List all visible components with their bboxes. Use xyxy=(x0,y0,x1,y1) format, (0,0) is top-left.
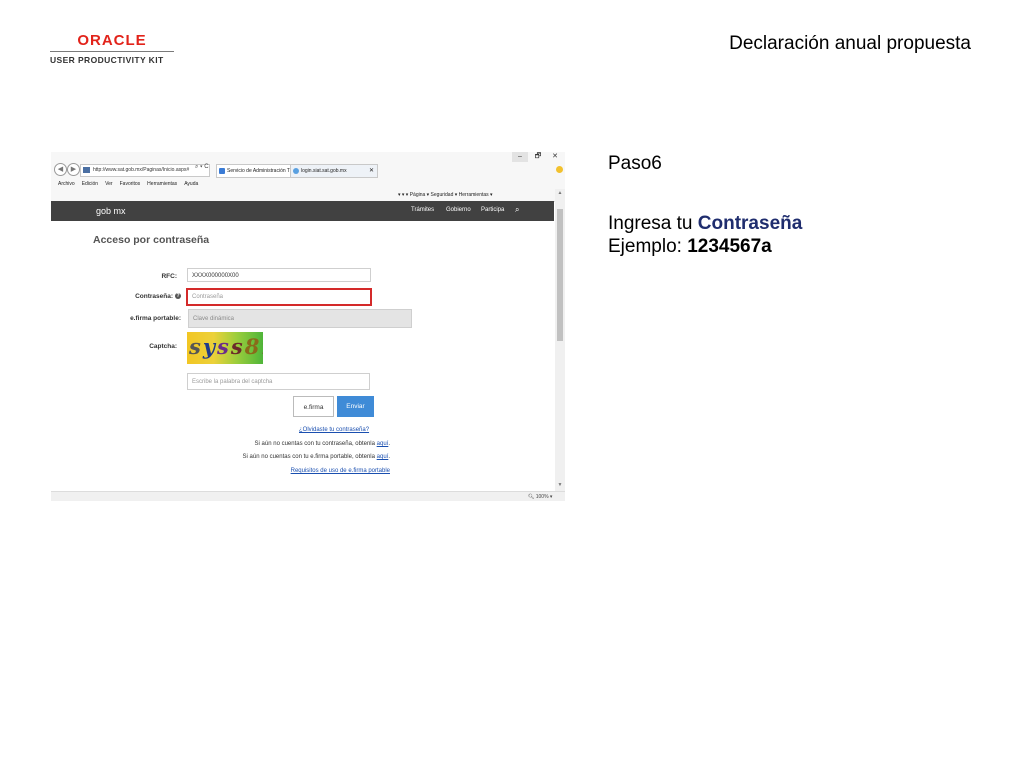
password-note: Si aún no cuentas con tu contraseña, obt… xyxy=(254,441,390,447)
logo-divider xyxy=(50,51,174,52)
back-icon[interactable]: ◀ xyxy=(54,163,67,176)
tab-favicon-icon xyxy=(293,168,299,174)
instruction-emphasis: Contraseña xyxy=(697,213,803,234)
captcha-char: s xyxy=(217,334,231,359)
oracle-upk-logo: ORACLE USER PRODUCTIVITY KIT xyxy=(50,33,174,65)
menu-bar: Archivo Edición Ver Favoritos Herramientas Ay… xyxy=(51,180,565,189)
address-controls[interactable]: ⌕ ▾ C xyxy=(195,164,209,171)
address-bar[interactable]: http://www.sat.gob.mx/Paginas/Inicio.asp… xyxy=(80,164,210,177)
menu-item-favoritos[interactable]: Favoritos xyxy=(120,181,141,187)
tab-label: login.siat.sat.gob.mx xyxy=(301,168,347,174)
forward-icon[interactable]: ▶ xyxy=(67,163,80,176)
captcha-char: s xyxy=(189,334,203,359)
instruction-prefix: Ingresa tu xyxy=(608,213,693,234)
captcha-label: Captcha: xyxy=(149,343,177,350)
tab-login[interactable]: login.siat.sat.gob.mx ✕ xyxy=(290,164,378,178)
example-line: Ejemplo: 1234567a xyxy=(608,235,802,258)
captcha-text: syss8r xyxy=(189,334,263,359)
menu-item-ver[interactable]: Ver xyxy=(105,181,113,187)
search-icon[interactable]: ⌕ xyxy=(515,205,519,215)
scroll-up-icon[interactable]: ▲ xyxy=(556,190,564,196)
efirma-button[interactable]: e.firma xyxy=(293,396,334,417)
password-field[interactable]: Contraseña xyxy=(186,288,372,306)
menu-item-herramientas[interactable]: Herramientas xyxy=(147,181,177,187)
captcha-input[interactable]: Escribe la palabra del captcha xyxy=(187,373,370,390)
captcha-char: 8 xyxy=(244,334,262,359)
example-prefix: Ejemplo: xyxy=(608,236,682,257)
nav-gobierno[interactable]: Gobierno xyxy=(446,207,471,213)
efirma-label: e.firma portable: xyxy=(130,315,181,322)
browser-toolbar: ◀ ▶ http://www.sat.gob.mx/Paginas/Inicio… xyxy=(51,152,565,180)
tab-favicon-icon xyxy=(219,168,225,174)
tab-close-icon[interactable]: ✕ xyxy=(369,165,374,177)
instruction-line: Ingresa tu Contraseña xyxy=(608,212,802,235)
efirma-note: Si aún no cuentas con tu e.firma portabl… xyxy=(242,454,390,460)
enviar-button[interactable]: Enviar xyxy=(337,396,374,417)
efirma-field: Clave dinámica xyxy=(188,309,412,328)
page-title: Acceso por contraseña xyxy=(93,234,210,246)
zoom-level[interactable]: 🔍︎ 100% ▾ xyxy=(528,492,552,501)
gob-logo[interactable]: gob mx xyxy=(96,206,126,216)
slide-title: Declaración anual propuesta xyxy=(729,33,971,54)
close-window-button[interactable]: ✕ xyxy=(549,152,561,162)
browser-screenshot: ◀ ▶ http://www.sat.gob.mx/Paginas/Inicio… xyxy=(51,152,565,501)
rfc-field[interactable]: XXXX000000X00 xyxy=(187,268,371,282)
password-label-wrap: Contraseña:? xyxy=(111,293,181,300)
forgot-password-link[interactable]: ¿Olvidaste tu contraseña? xyxy=(299,427,369,433)
address-url: http://www.sat.gob.mx/Paginas/Inicio.asp… xyxy=(93,167,190,173)
instruction-block: Ingresa tu Contraseña Ejemplo: 1234567a xyxy=(608,212,802,258)
gob-header-bar: gob mx Trámites Gobierno Participa ⌕ xyxy=(51,201,554,221)
maximize-button[interactable]: 🗗 xyxy=(532,152,544,162)
efirma-note-text: Si aún no cuentas con tu e.firma portabl… xyxy=(242,454,375,460)
captcha-char: y xyxy=(202,334,218,359)
password-note-text: Si aún no cuentas con tu contraseña, obt… xyxy=(254,441,375,447)
menu-item-ayuda[interactable]: Ayuda xyxy=(184,181,198,187)
captcha-char: r xyxy=(261,334,263,359)
captcha-char: s xyxy=(230,334,245,359)
status-bar: 🔍︎ 100% ▾ xyxy=(51,491,565,501)
menu-item-archivo[interactable]: Archivo xyxy=(58,181,75,187)
tab-sat[interactable]: Servicio de Administración Tri... xyxy=(216,164,300,178)
scroll-down-icon[interactable]: ▼ xyxy=(556,482,564,488)
requirements-link[interactable]: Requisitos de uso de e.firma portable xyxy=(291,468,390,474)
oracle-logo-text: ORACLE xyxy=(77,32,147,49)
command-bar-items[interactable]: ▾ ▾ ▾ Página ▾ Seguridad ▾ Herramientas … xyxy=(398,189,493,201)
tab-label: Servicio de Administración Tri... xyxy=(227,168,297,174)
minimize-button[interactable]: – xyxy=(512,152,528,162)
nav-participa[interactable]: Participa xyxy=(481,207,504,213)
feedback-smiley-icon[interactable] xyxy=(556,166,563,173)
menu-item-edicion[interactable]: Edición xyxy=(82,181,98,187)
efirma-obtain-link[interactable]: aquí xyxy=(377,454,389,460)
logo-subtitle: USER PRODUCTIVITY KIT xyxy=(50,55,164,65)
captcha-image: syss8r xyxy=(187,332,263,364)
info-icon[interactable]: ? xyxy=(175,293,181,300)
zoom-value: 100% xyxy=(535,494,549,500)
password-obtain-link[interactable]: aquí xyxy=(377,441,389,447)
example-value: 1234567a xyxy=(687,236,772,257)
rfc-label: RFC: xyxy=(161,273,177,280)
password-label: Contraseña: xyxy=(135,293,173,300)
nav-tramites[interactable]: Trámites xyxy=(411,207,434,213)
site-favicon-icon xyxy=(83,166,90,173)
step-label: Paso6 xyxy=(608,153,662,174)
scrollbar-thumb[interactable] xyxy=(557,209,563,341)
